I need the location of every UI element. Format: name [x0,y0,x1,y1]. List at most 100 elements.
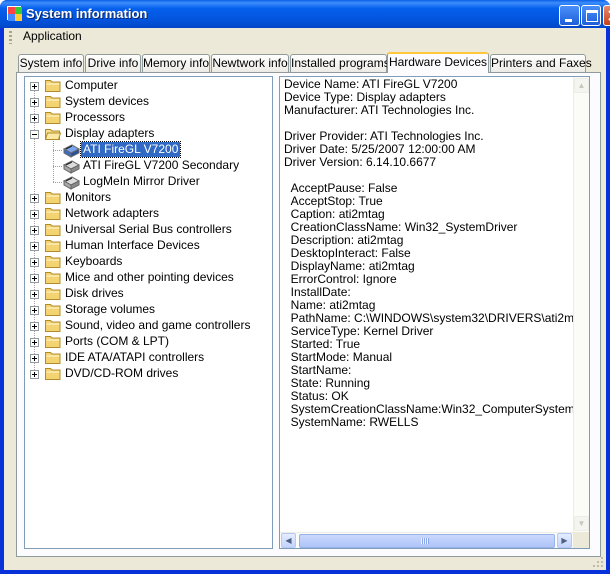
scroll-up-button[interactable]: ▲ [574,78,589,93]
tree-node-label: Computer [65,78,118,92]
scroll-down-button[interactable]: ▼ [574,516,589,531]
tree-node-category[interactable]: Keyboards [25,254,272,270]
tree-node-device[interactable]: LogMeIn Mirror Driver [25,174,272,190]
device-details-text: Device Name: ATI FireGL V7200 Device Type… [284,78,589,429]
detail-line: Manufacturer: ATI Technologies Inc. [284,103,475,117]
tree-node-category[interactable]: Processors [25,110,272,126]
folder-icon [45,271,61,284]
close-button[interactable] [603,5,610,26]
expand-icon[interactable] [30,82,39,91]
tree-node-device[interactable]: ATI FireGL V7200 [25,141,272,158]
tab-strip: System info Drive info Memory info Newtw… [18,52,600,73]
tab-network-info[interactable]: Newtwork info [211,54,289,72]
tree-node-category[interactable]: Storage volumes [25,302,272,318]
expand-icon[interactable] [30,274,39,283]
tree-node-category[interactable]: Sound, video and game controllers [25,318,272,334]
tab-drive-info[interactable]: Drive info [85,54,141,72]
tree-node-label: System devices [65,94,150,108]
close-icon [608,10,610,21]
tree-node-device[interactable]: ATI FireGL V7200 Secondary [25,158,272,174]
folder-icon [45,111,61,124]
folder-icon [45,239,61,252]
detail-line: SystemName: RWELLS [284,415,419,429]
minimize-icon [565,19,572,22]
expand-icon[interactable] [30,98,39,107]
device-tree[interactable]: Computer System devices Processors Display … [24,76,273,549]
tree-node-label: Sound, video and game controllers [65,318,251,332]
expand-icon[interactable] [30,322,39,331]
maximize-button[interactable] [581,5,601,26]
folder-icon [45,303,61,316]
expand-icon[interactable] [30,226,39,235]
tab-installed-programs[interactable]: Installed programs [290,54,390,72]
minimize-button[interactable] [559,5,580,26]
tree-node-category[interactable]: DVD/CD-ROM drives [25,366,272,382]
tree-node-label: LogMeIn Mirror Driver [83,174,200,188]
folder-icon [45,351,61,364]
tree-node-category[interactable]: Network adapters [25,206,272,222]
window-title: System information [26,6,148,21]
tree-node-label: Keyboards [65,254,123,268]
tree-node-label: Universal Serial Bus controllers [65,222,232,236]
app-icon [7,6,22,21]
maximize-icon [586,10,598,22]
tab-memory-info[interactable]: Memory info [142,54,210,72]
horizontal-scrollbar[interactable]: ◀ ▶ [280,532,573,548]
folder-icon [45,335,61,348]
title-bar[interactable]: System information [0,0,610,28]
hardware-devices-panel: Computer System devices Processors Display … [16,72,601,557]
vertical-scrollbar[interactable]: ▲ ▼ [573,77,589,532]
expand-icon[interactable] [30,290,39,299]
tree-node-label: Storage volumes [65,302,156,316]
display-adapter-icon [62,158,81,174]
detail-line: Driver Version: 6.14.10.6677 [284,155,437,169]
tree-node-category[interactable]: Disk drives [25,286,272,302]
horizontal-scroll-thumb[interactable] [299,534,555,548]
menu-application[interactable]: Application [22,28,83,45]
display-adapter-icon [62,174,81,190]
folder-icon [45,191,61,204]
client-area: Application System info Drive info Memor… [4,28,606,570]
folder-icon [45,207,61,220]
tree-node-label: Ports (COM & LPT) [65,334,170,348]
collapse-icon[interactable] [30,130,39,139]
tree-node-category[interactable]: Human Interface Devices [25,238,272,254]
expand-icon[interactable] [30,258,39,267]
tree-node-label: ATI FireGL V7200 [79,141,182,158]
toolbar-grip-icon[interactable] [9,31,12,44]
tree-node-category[interactable]: Ports (COM & LPT) [25,334,272,350]
device-details[interactable]: Device Name: ATI FireGL V7200 Device Type… [279,76,590,549]
tree-node-category[interactable]: Monitors [25,190,272,206]
scroll-corner [573,532,589,548]
tree-node-category[interactable]: Computer [25,78,272,94]
expand-icon[interactable] [30,354,39,363]
tree-node-label: IDE ATA/ATAPI controllers [65,350,205,364]
expand-icon[interactable] [30,242,39,251]
tree-node-label: DVD/CD-ROM drives [65,366,179,380]
tab-hardware-devices[interactable]: Hardware Devices [387,52,489,73]
tree-node-category[interactable]: System devices [25,94,272,110]
expand-icon[interactable] [30,338,39,347]
scroll-right-button[interactable]: ▶ [557,533,572,548]
expand-icon[interactable] [30,114,39,123]
expand-icon[interactable] [30,194,39,203]
tree-node-label: Disk drives [65,286,124,300]
folder-icon [45,255,61,268]
tab-printers-and-faxes[interactable]: Printers and Faxes [490,54,592,72]
display-adapter-icon [62,142,81,158]
main-window: System information Application System in… [0,0,610,574]
resize-grip-icon[interactable] [592,556,604,568]
folder-icon [45,319,61,332]
scroll-left-button[interactable]: ◀ [281,533,296,548]
tree-node-category[interactable]: Mice and other pointing devices [25,270,272,286]
menu-bar: Application [4,28,606,45]
expand-icon[interactable] [30,306,39,315]
tree-node-category[interactable]: Universal Serial Bus controllers [25,222,272,238]
tab-system-info[interactable]: System info [18,54,84,72]
tree-node-label: Human Interface Devices [65,238,200,252]
tree-node-label: Display adapters [65,126,155,140]
tree-node-category[interactable]: Display adapters [25,126,272,142]
expand-icon[interactable] [30,210,39,219]
expand-icon[interactable] [30,370,39,379]
tree-node-category[interactable]: IDE ATA/ATAPI controllers [25,350,272,366]
